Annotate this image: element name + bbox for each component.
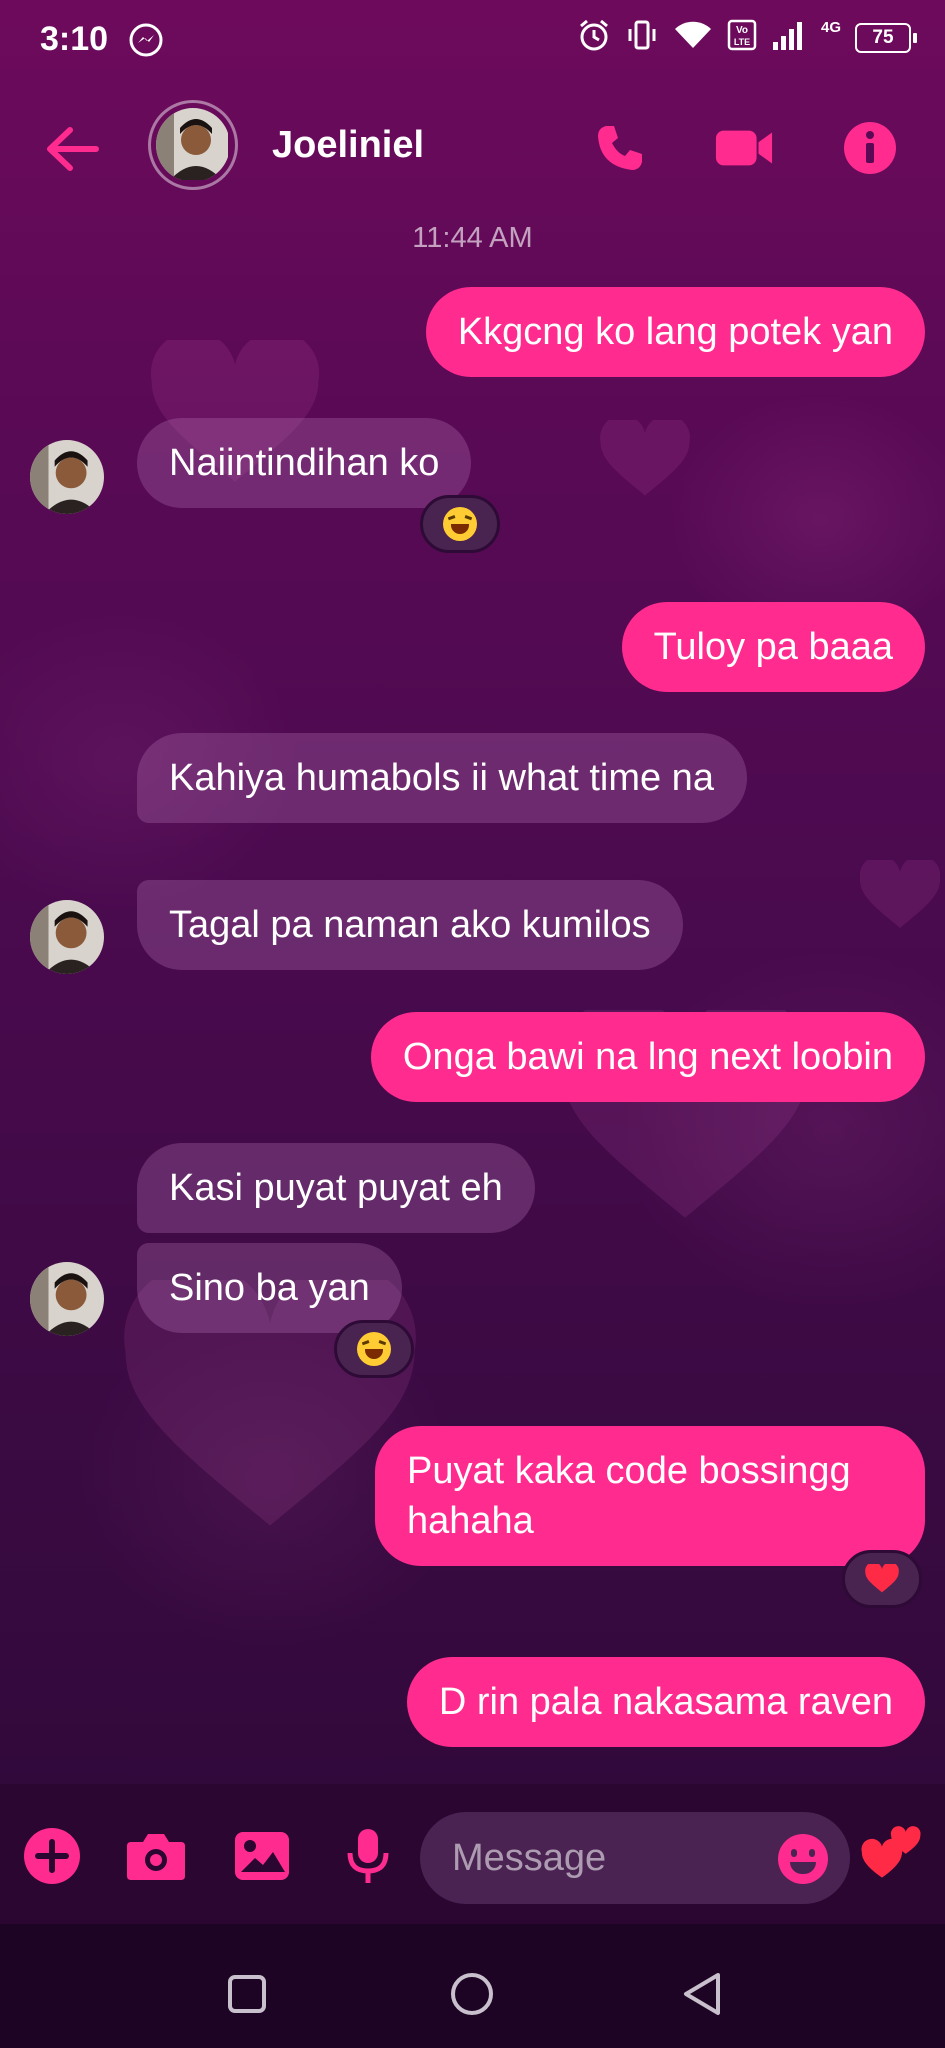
gallery-icon[interactable]: [230, 1824, 294, 1888]
outgoing-message[interactable]: Tuloy pa baaa: [621, 602, 925, 692]
message-composer: Message: [0, 1784, 945, 1924]
info-icon[interactable]: [840, 118, 900, 178]
conversation-header: Joeliniel: [0, 84, 945, 214]
sender-avatar[interactable]: [30, 440, 104, 514]
reaction-grinning-squinting-face-icon[interactable]: [334, 1320, 414, 1378]
incoming-message[interactable]: Naiintindihan ko: [137, 418, 472, 508]
outgoing-message[interactable]: Puyat kaka code bossingg hahaha: [375, 1426, 925, 1566]
incoming-message[interactable]: Kasi puyat puyat eh: [137, 1143, 535, 1233]
outgoing-message[interactable]: Kkgcng ko lang potek yan: [425, 287, 925, 377]
microphone-icon[interactable]: [336, 1824, 400, 1888]
reaction-red-heart-icon[interactable]: [842, 1550, 922, 1608]
back-nav-icon[interactable]: [672, 1964, 732, 2024]
status-time: 3:10: [40, 20, 109, 58]
message-input-placeholder: Message: [452, 1836, 607, 1879]
reaction-grinning-squinting-face-icon[interactable]: [420, 495, 500, 553]
back-arrow-icon[interactable]: [44, 124, 104, 174]
video-call-icon[interactable]: [714, 118, 774, 178]
outgoing-message[interactable]: Onga bawi na lng next loobin: [370, 1012, 925, 1102]
signal-icon: [771, 18, 807, 57]
incoming-message[interactable]: Tagal pa naman ako kumilos: [137, 880, 683, 970]
volte-icon: Vo LTE: [727, 18, 757, 57]
emoji-icon[interactable]: [778, 1834, 828, 1884]
alarm-icon: [577, 18, 611, 57]
hearts-quick-reaction-icon[interactable]: [860, 1820, 924, 1884]
home-icon[interactable]: [442, 1964, 502, 2024]
contact-avatar[interactable]: [148, 100, 238, 190]
recent-apps-icon[interactable]: [217, 1964, 277, 2024]
message-input[interactable]: Message: [420, 1812, 850, 1904]
incoming-message[interactable]: Kahiya humabols ii what time na: [137, 733, 747, 823]
plus-icon[interactable]: [20, 1824, 84, 1888]
network-type-label: 4G: [820, 19, 841, 36]
sender-avatar[interactable]: [30, 900, 104, 974]
battery-icon: 75: [855, 22, 917, 53]
svg-text:LTE: LTE: [734, 37, 750, 47]
messenger-notification-icon: [128, 22, 164, 63]
status-bar: 3:10 Vo LTE 4G 75: [0, 0, 945, 84]
sender-avatar[interactable]: [30, 1262, 104, 1336]
battery-level: 75: [855, 22, 911, 53]
outgoing-message[interactable]: D rin pala nakasama raven: [406, 1657, 925, 1747]
vibrate-icon: [625, 18, 659, 57]
status-icons: Vo LTE 4G 75: [577, 18, 917, 57]
system-navigation-bar: [0, 1924, 945, 2048]
svg-text:Vo: Vo: [736, 25, 748, 36]
camera-icon[interactable]: [124, 1824, 188, 1888]
wifi-icon: [673, 18, 713, 57]
contact-name[interactable]: Joeliniel: [272, 124, 424, 167]
phone-call-icon[interactable]: [590, 118, 650, 178]
message-timestamp: 11:44 AM: [412, 222, 533, 254]
